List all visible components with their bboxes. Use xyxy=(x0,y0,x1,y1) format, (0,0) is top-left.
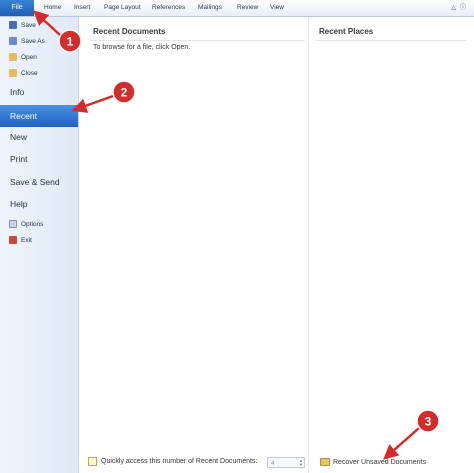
badge-3: 3 xyxy=(425,415,432,429)
arrow-3 xyxy=(383,427,420,460)
arrow-2 xyxy=(71,94,114,113)
arrow-1 xyxy=(33,10,61,36)
badge-1: 1 xyxy=(67,35,74,49)
badge-2: 2 xyxy=(121,86,128,100)
annotation-overlay: 1 2 3 xyxy=(33,10,440,460)
